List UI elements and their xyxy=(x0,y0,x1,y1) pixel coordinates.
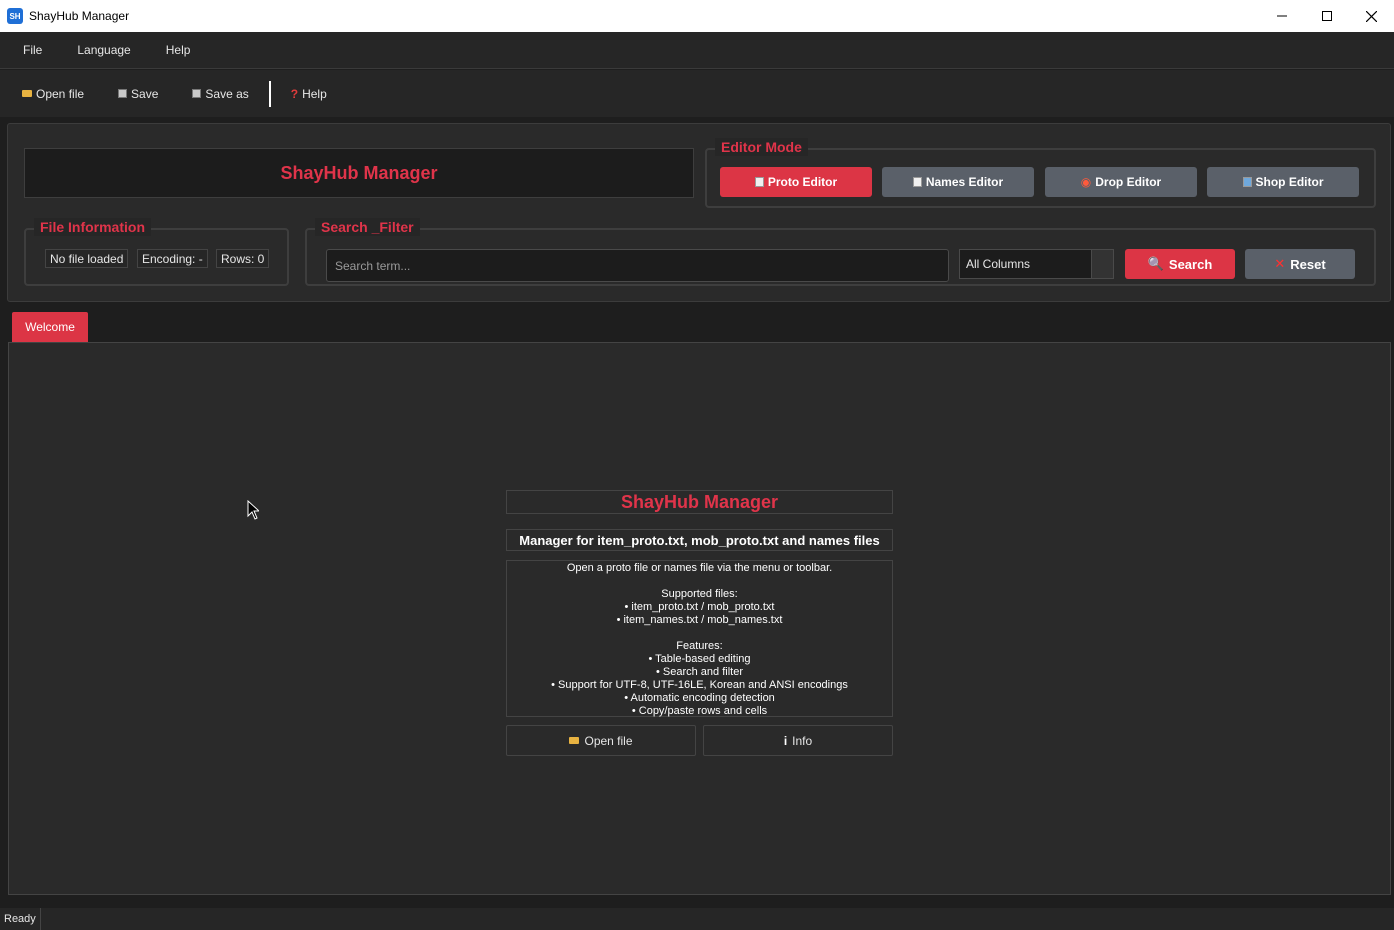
close-button[interactable] xyxy=(1349,0,1394,32)
file-information-group: File Information No file loaded Encoding… xyxy=(24,218,289,286)
file-information-legend: File Information xyxy=(34,218,151,236)
maximize-button[interactable] xyxy=(1304,0,1349,32)
search-filter-legend: Search _Filter xyxy=(315,218,420,236)
shop-editor-label: Shop Editor xyxy=(1255,175,1324,189)
status-bar: Ready xyxy=(0,908,1394,930)
welcome-title: ShayHub Manager xyxy=(506,490,893,514)
toolbar: Open file Save Save as ? Help xyxy=(0,70,1394,117)
supported-item: • item_proto.txt / mob_proto.txt xyxy=(624,601,775,613)
drop-editor-button[interactable]: ◉ Drop Editor xyxy=(1045,167,1197,197)
info-icon: i xyxy=(783,733,788,748)
drop-editor-label: Drop Editor xyxy=(1095,175,1162,189)
column-select-value: All Columns xyxy=(966,257,1031,271)
rows-label: Rows: 0 xyxy=(216,249,270,268)
menu-file[interactable]: File xyxy=(11,43,54,57)
shop-editor-button[interactable]: Shop Editor xyxy=(1207,167,1359,197)
tab-welcome-label: Welcome xyxy=(25,320,75,334)
tab-welcome[interactable]: Welcome xyxy=(12,312,88,342)
brand-title: ShayHub Manager xyxy=(280,162,438,183)
supported-heading: Supported files: xyxy=(661,588,738,600)
status-text: Ready xyxy=(0,908,41,930)
feature-item: • Table-based editing xyxy=(648,653,751,665)
feature-item: • Support for UTF-8, UTF-16LE, Korean an… xyxy=(551,679,848,691)
feature-item: • Search and filter xyxy=(655,666,743,678)
help-icon: ? xyxy=(290,86,299,101)
names-editor-label: Names Editor xyxy=(925,175,1004,189)
welcome-open-label: Open file xyxy=(584,733,633,748)
names-editor-icon xyxy=(912,177,922,187)
toolbar-help-label: Help xyxy=(302,86,327,101)
feature-item: • Copy/paste rows and cells xyxy=(631,705,768,717)
welcome-description: Open a proto file or names file via the … xyxy=(506,560,893,717)
welcome-open-file-button[interactable]: Open file xyxy=(506,725,696,756)
reset-button[interactable]: ✕ Reset xyxy=(1245,249,1355,279)
title-bar: SH ShayHub Manager xyxy=(0,0,1394,32)
feature-item: • Automatic encoding detection xyxy=(624,692,775,704)
welcome-info-label: Info xyxy=(792,733,813,748)
mouse-cursor-icon xyxy=(247,500,259,520)
welcome-subtitle: Manager for item_proto.txt, mob_proto.tx… xyxy=(506,529,893,551)
brand-header: ShayHub Manager xyxy=(24,148,694,198)
welcome-intro: Open a proto file or names file via the … xyxy=(566,562,833,574)
window-title: ShayHub Manager xyxy=(29,9,130,23)
toolbar-help-button[interactable]: ? Help xyxy=(283,87,335,101)
folder-icon xyxy=(22,90,32,97)
welcome-info-button[interactable]: i Info xyxy=(703,725,893,756)
toolbar-separator xyxy=(268,80,271,107)
editor-mode-group: Editor Mode Proto Editor Names Editor ◉ … xyxy=(705,138,1376,208)
top-panel: ShayHub Manager Editor Mode Proto Editor… xyxy=(7,123,1391,302)
toolbar-open-file-button[interactable]: Open file xyxy=(14,87,92,101)
toolbar-save-as-button[interactable]: Save as xyxy=(184,87,256,101)
shop-editor-icon xyxy=(1242,177,1252,187)
search-icon: 🔍 xyxy=(1147,256,1164,271)
folder-icon xyxy=(569,737,580,744)
proto-editor-icon xyxy=(754,177,764,187)
search-input[interactable] xyxy=(326,249,949,282)
app-icon: SH xyxy=(7,8,23,24)
toolbar-save-label: Save xyxy=(131,86,159,101)
maximize-icon xyxy=(1321,11,1332,21)
supported-item: • item_names.txt / mob_names.txt xyxy=(616,614,783,626)
dropdown-arrow-icon xyxy=(1091,250,1113,278)
menu-bar: File Language Help xyxy=(0,32,1394,69)
menu-language[interactable]: Language xyxy=(65,43,142,57)
drop-editor-icon: ◉ xyxy=(1080,175,1092,189)
minimize-icon xyxy=(1276,15,1287,17)
search-button[interactable]: 🔍 Search xyxy=(1125,249,1235,279)
search-filter-group: Search _Filter All Columns 🔍 Search ✕ Re… xyxy=(305,218,1376,286)
toolbar-open-label: Open file xyxy=(36,86,85,101)
proto-editor-button[interactable]: Proto Editor xyxy=(720,167,872,197)
window-controls xyxy=(1259,0,1394,32)
column-select[interactable]: All Columns xyxy=(959,249,1114,279)
reset-x-icon: ✕ xyxy=(1274,256,1286,271)
names-editor-button[interactable]: Names Editor xyxy=(882,167,1034,197)
features-heading: Features: xyxy=(676,640,723,652)
toolbar-save-as-label: Save as xyxy=(205,86,249,101)
toolbar-save-button[interactable]: Save xyxy=(110,87,166,101)
editor-mode-legend: Editor Mode xyxy=(715,138,808,156)
minimize-button[interactable] xyxy=(1259,0,1304,32)
save-icon xyxy=(118,89,128,98)
close-icon xyxy=(1366,10,1377,22)
encoding-label: Encoding: - xyxy=(137,249,208,268)
reset-button-label: Reset xyxy=(1290,256,1326,272)
welcome-content: ShayHub Manager Manager for item_proto.t… xyxy=(8,342,1391,895)
file-name-label: No file loaded xyxy=(45,249,129,268)
search-button-label: Search xyxy=(1168,256,1213,272)
save-as-icon xyxy=(192,89,202,98)
proto-editor-label: Proto Editor xyxy=(767,175,838,189)
menu-help[interactable]: Help xyxy=(154,43,203,57)
